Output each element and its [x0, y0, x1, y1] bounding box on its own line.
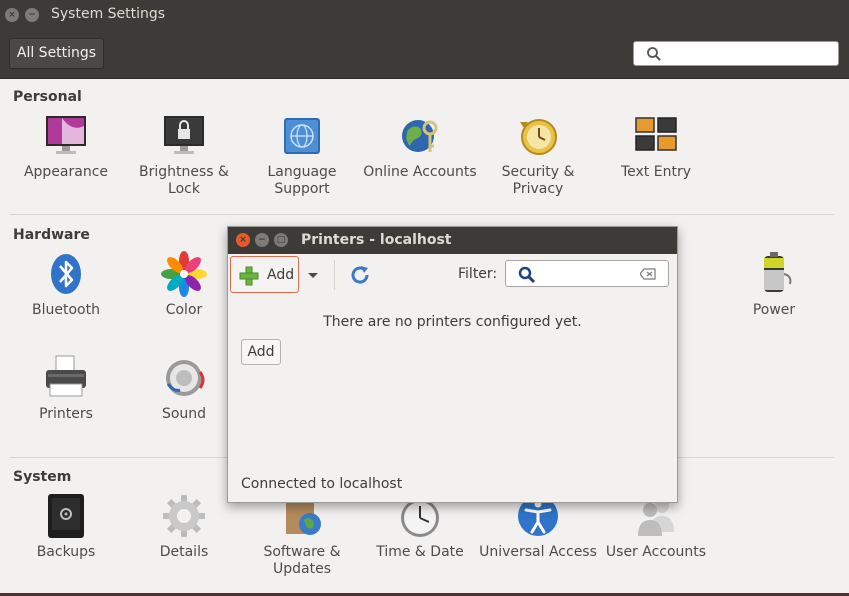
section-divider: [10, 214, 834, 215]
section-system-label: System: [13, 469, 72, 485]
filter-label: Filter:: [458, 266, 498, 282]
dialog-titlebar: × − □ Printers - localhost: [228, 227, 677, 254]
printers-dialog: × − □ Printers - localhost Add Filter: T…: [227, 226, 678, 503]
online-accounts-icon: [396, 112, 444, 160]
plus-icon: [239, 266, 259, 286]
backups-label: Backups: [36, 544, 96, 560]
brightness-lock-label: Brightness & Lock: [139, 164, 229, 197]
toolbar-separator: [334, 260, 335, 290]
appearance-label: Appearance: [23, 164, 109, 180]
add-label: Add: [267, 267, 295, 283]
chevron-down-icon[interactable]: [306, 268, 320, 282]
time-date-label: Time & Date: [376, 544, 464, 560]
search-input[interactable]: [633, 41, 839, 66]
power-item[interactable]: Power: [715, 250, 833, 319]
add-printer-button[interactable]: Add: [230, 256, 299, 293]
clear-icon[interactable]: [640, 268, 656, 280]
printers-label: Printers: [39, 406, 93, 422]
connection-status: Connected to localhost: [241, 476, 403, 492]
dialog-close-button[interactable]: ×: [236, 233, 250, 247]
section-personal-label: Personal: [13, 89, 82, 105]
dialog-minimize-button[interactable]: −: [255, 233, 269, 247]
bluetooth-icon: [42, 250, 90, 298]
details-icon: [160, 492, 208, 540]
search-icon: [518, 266, 536, 284]
text-entry-item[interactable]: Text Entry: [597, 112, 715, 181]
all-settings-button[interactable]: All Settings: [9, 38, 104, 69]
section-hardware-label: Hardware: [13, 227, 90, 243]
filter-input[interactable]: [505, 260, 669, 287]
bluetooth-item[interactable]: Bluetooth: [7, 250, 125, 319]
empty-message: There are no printers configured yet.: [323, 314, 582, 330]
sound-item[interactable]: Sound: [125, 354, 243, 423]
color-item[interactable]: Color: [125, 250, 243, 319]
printers-item[interactable]: Printers: [7, 354, 125, 423]
search-icon: [647, 47, 661, 61]
color-icon: [160, 250, 208, 298]
details-label: Details: [159, 544, 209, 560]
online-accounts-label: Online Accounts: [363, 164, 477, 180]
appearance-item[interactable]: Appearance: [7, 112, 125, 181]
window-minimize-button[interactable]: −: [25, 8, 39, 22]
sound-label: Sound: [161, 406, 207, 422]
security-privacy-label: Security & Privacy: [501, 164, 575, 197]
dialog-toolbar: Add Filter:: [228, 254, 677, 296]
software-updates-item[interactable]: Software & Updates: [243, 492, 361, 578]
language-support-item[interactable]: Language Support: [243, 112, 361, 198]
online-accounts-item[interactable]: Online Accounts: [361, 112, 479, 181]
window-title: System Settings: [51, 6, 166, 22]
text-entry-label: Text Entry: [620, 164, 691, 180]
language-support-icon: [278, 112, 326, 160]
universal-access-label: Universal Access: [479, 544, 597, 560]
power-icon: [750, 250, 798, 298]
refresh-icon[interactable]: [348, 263, 372, 287]
backups-icon: [42, 492, 90, 540]
color-label: Color: [165, 302, 203, 318]
bluetooth-label: Bluetooth: [32, 302, 100, 318]
window-close-button[interactable]: ×: [5, 8, 19, 22]
brightness-lock-icon: [160, 112, 208, 160]
language-support-label: Language Support: [267, 164, 337, 197]
details-item[interactable]: Details: [125, 492, 243, 561]
brightness-lock-item[interactable]: Brightness & Lock: [125, 112, 243, 198]
text-entry-icon: [632, 112, 680, 160]
power-label: Power: [752, 302, 796, 318]
security-privacy-item[interactable]: Security & Privacy: [479, 112, 597, 198]
user-accounts-label: User Accounts: [605, 544, 707, 560]
printer-icon: [42, 354, 90, 402]
dialog-title: Printers - localhost: [301, 232, 452, 248]
window-titlebar: × − System Settings: [0, 0, 849, 30]
security-privacy-icon: [514, 112, 562, 160]
add-button[interactable]: Add: [241, 339, 281, 365]
software-updates-label: Software & Updates: [263, 544, 341, 577]
sound-icon: [160, 354, 208, 402]
backups-item[interactable]: Backups: [7, 492, 125, 561]
appearance-icon: [42, 112, 90, 160]
dialog-maximize-button[interactable]: □: [274, 233, 288, 247]
main-toolbar: All Settings: [0, 30, 849, 79]
